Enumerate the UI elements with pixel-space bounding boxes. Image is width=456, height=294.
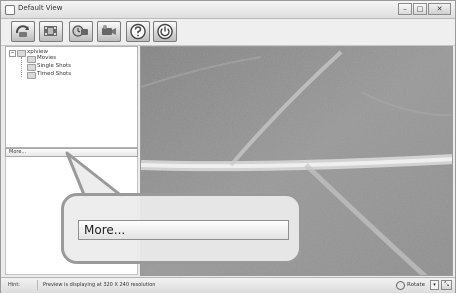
more-button[interactable]: More...	[5, 148, 138, 157]
rotate-icon[interactable]	[396, 281, 405, 290]
power-button[interactable]	[153, 21, 177, 42]
rotate-label[interactable]: Rotate	[407, 282, 425, 288]
timer-camera-icon	[72, 25, 88, 37]
callout-zoom: More...	[61, 193, 302, 264]
maximize-button[interactable]: □	[413, 3, 427, 15]
timed-shot-button[interactable]	[69, 21, 93, 42]
tree-item-movies[interactable]: Movies	[37, 55, 56, 61]
folder-icon	[27, 56, 36, 63]
camera-capture-icon	[15, 25, 29, 37]
capture-button[interactable]	[11, 21, 35, 42]
help-button[interactable]	[126, 21, 150, 42]
folder-icon	[27, 72, 36, 79]
film-clip-icon	[44, 26, 57, 36]
video-button[interactable]	[97, 21, 121, 42]
status-bar: Hint: Preview is displaying at 320 X 240…	[1, 277, 455, 293]
movie-button[interactable]	[39, 21, 63, 42]
tree-connector	[21, 57, 22, 77]
folder-icon	[17, 50, 26, 57]
app-icon	[5, 5, 15, 15]
minimize-button[interactable]: –	[398, 3, 412, 15]
toolbar	[1, 19, 455, 46]
window-title: Default View	[18, 4, 63, 12]
close-button[interactable]: ✕	[428, 3, 451, 15]
hint-label: Hint:	[8, 282, 20, 288]
rotate-dropdown[interactable]: ▾	[430, 280, 439, 290]
folder-tree: − xplview Movies Single Shots Timed Shot…	[5, 46, 138, 148]
status-message: Preview is displaying at 320 X 240 resol…	[43, 282, 156, 288]
app-window: Default View – □ ✕ − xplview Movies Sing…	[0, 0, 456, 293]
folder-icon	[27, 64, 36, 71]
tree-expander[interactable]: −	[9, 50, 16, 57]
power-icon	[157, 23, 173, 40]
video-camera-icon	[102, 25, 116, 35]
tree-item-timed-shots[interactable]: Timed Shots	[37, 71, 71, 77]
tree-item-single-shots[interactable]: Single Shots	[37, 63, 71, 69]
callout-more-button: More...	[78, 220, 289, 240]
help-icon	[130, 23, 146, 40]
status-separator	[37, 280, 38, 290]
title-bar: Default View – □ ✕	[1, 1, 455, 19]
resize-grip-icon[interactable]: ⤡	[441, 280, 452, 290]
